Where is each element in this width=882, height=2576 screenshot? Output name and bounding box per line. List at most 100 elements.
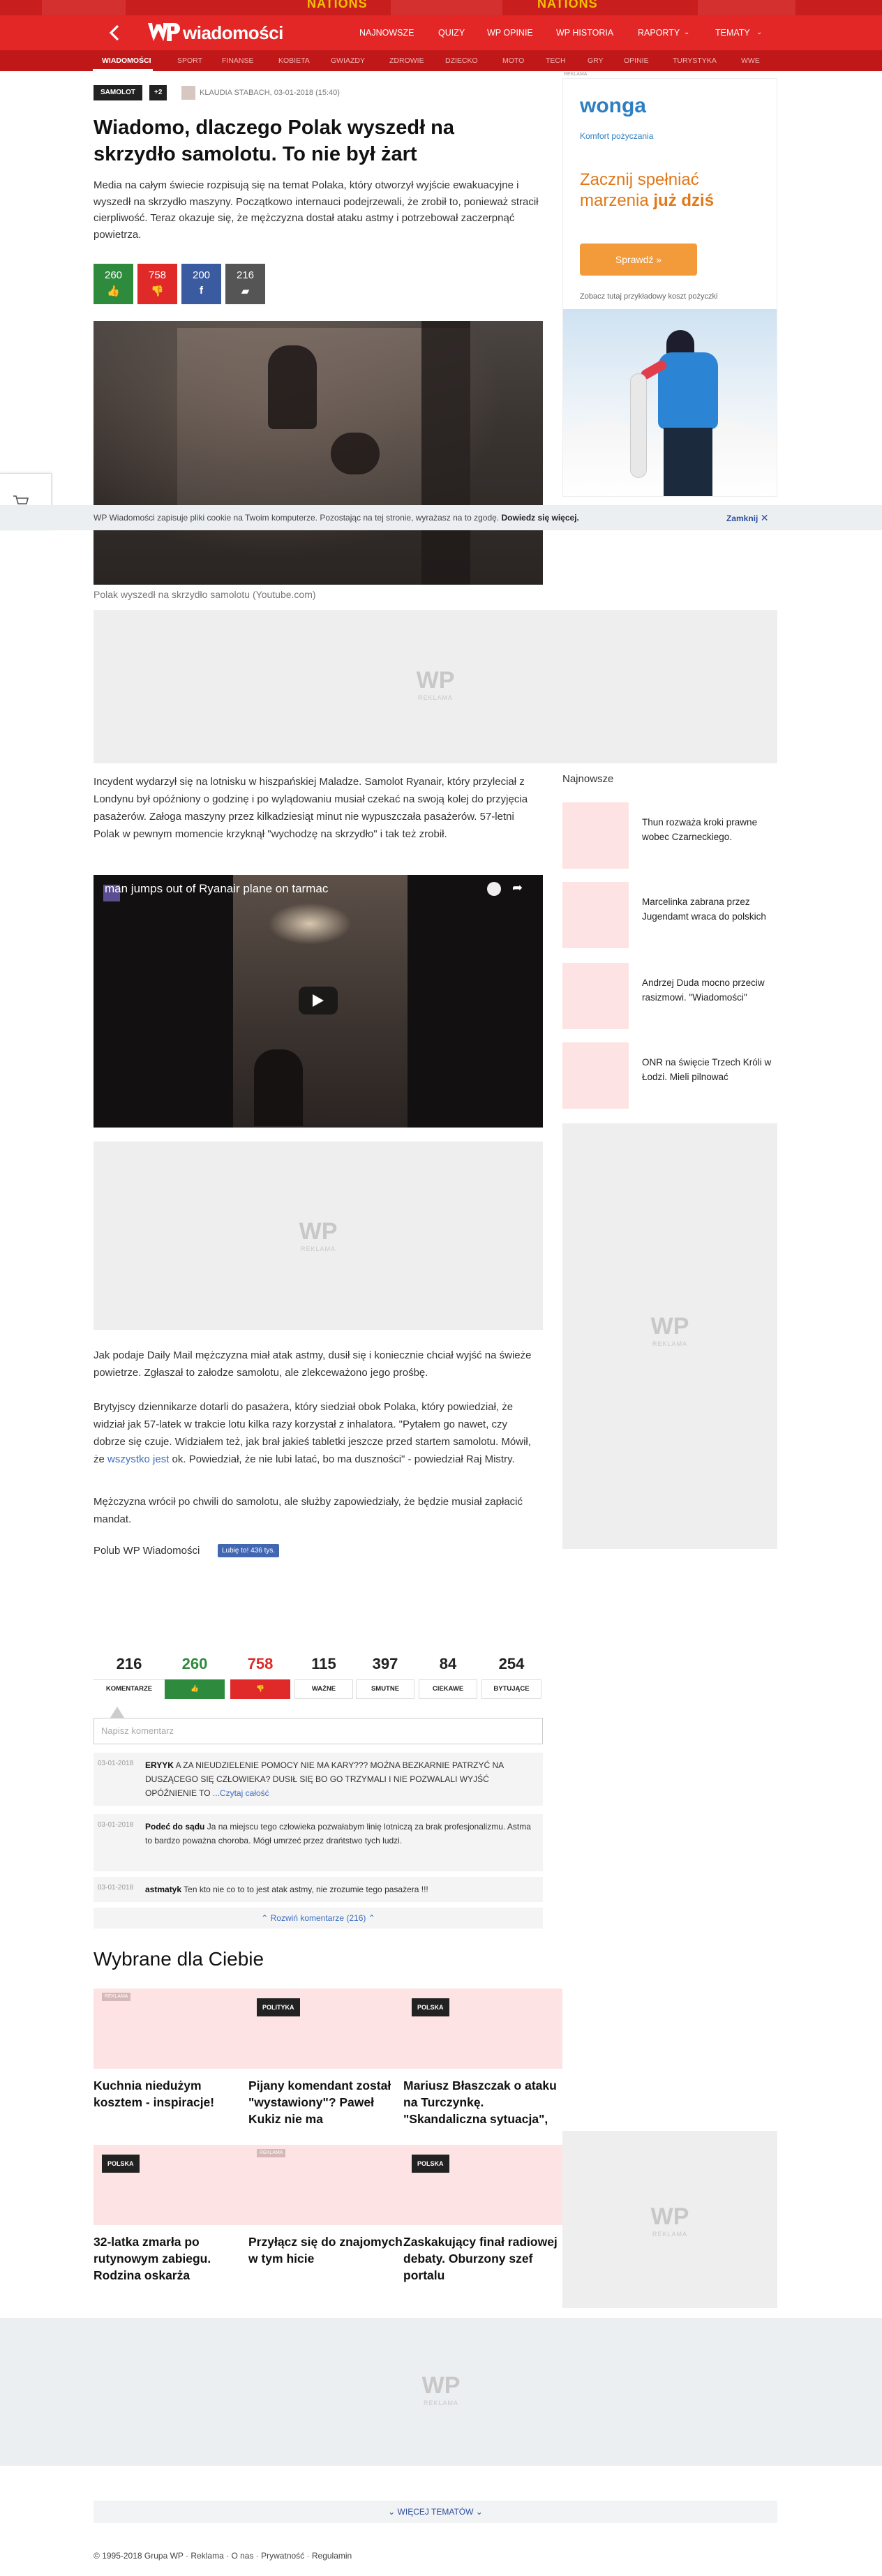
card-title: 32-latka zmarła po rutynowym zabiegu. Ro…	[94, 2235, 211, 2282]
clock-icon[interactable]	[487, 882, 501, 896]
sidebar-news-item[interactable]: Thun rozważa kroki prawne wobec Czarneck…	[562, 802, 777, 869]
facebook-icon: f	[200, 285, 203, 297]
recommended-card[interactable]: POLSKA 32-latka zmarła po rutynowym zabie…	[94, 2145, 253, 2284]
subnav-gry[interactable]: GRY	[588, 50, 604, 71]
subnav-opinie[interactable]: OPINIE	[624, 50, 649, 71]
facebook-share-count: 200	[192, 269, 211, 281]
footer-ad-slot[interactable]: WP REKLAMA	[0, 2318, 882, 2466]
footer-link-prywatnosc[interactable]: Prywatność	[261, 2551, 304, 2561]
like-label: Polub WP Wiadomości	[94, 1545, 200, 1557]
sidebar-ad-slot-2[interactable]: WP REKLAMA	[562, 2131, 777, 2308]
subnav-gwiazdy[interactable]: GWIAZDY	[331, 50, 365, 71]
nav-wp-historia[interactable]: WP HISTORIA	[556, 15, 613, 50]
reaction-bytujace[interactable]: 254 BYTUJĄCE	[481, 1653, 541, 1699]
ad-slot-2[interactable]: WP REKLAMA	[94, 1141, 543, 1330]
subnav-tech[interactable]: TECH	[546, 50, 566, 71]
comment-read-more[interactable]: ...Czytaj całość	[213, 1788, 269, 1798]
article-tag-more[interactable]: +2	[149, 85, 167, 100]
ad-wp-watermark: WP REKLAMA	[650, 2203, 689, 2238]
nav-najnowsze[interactable]: NAJNOWSZE	[359, 15, 414, 50]
comment-date: 03-01-2018	[98, 1884, 134, 1892]
cookie-close-button[interactable]: Zamknij ✕	[726, 505, 768, 531]
cookie-more-link[interactable]: Dowiedz się więcej.	[502, 513, 579, 523]
ad-wp-watermark: WP REKLAMA	[416, 667, 455, 701]
ad-wp-watermark: WP REKLAMA	[421, 2372, 461, 2406]
wonga-headline: Zacznij spełniać marzenia już dziś	[580, 170, 715, 210]
card-image: POLSKA	[403, 1989, 562, 2069]
image-caption: Polak wyszedł na skrzydło samolotu (Yout…	[94, 589, 316, 600]
footer-link-reklama[interactable]: Reklama	[190, 2551, 223, 2561]
comment-placeholder: Napisz komentarz	[101, 1725, 174, 1736]
comments-button[interactable]: 216 ▰	[225, 264, 265, 304]
recommended-card[interactable]: POLSKA Zaskakujący finał radiowej debaty.…	[403, 2145, 562, 2284]
back-arrow-icon[interactable]	[106, 24, 124, 42]
card-image: POLITYKA	[248, 1989, 408, 2069]
recommended-card[interactable]: POLITYKA Pijany komendant został "wystawi…	[248, 1989, 408, 2127]
wp-logo[interactable]: wiadomości	[147, 20, 283, 46]
subnav-kobieta[interactable]: KOBIETA	[278, 50, 310, 71]
subnav-wiadomosci[interactable]: WIADOMOŚCI	[102, 50, 151, 71]
reaction-ciekawe[interactable]: 84 CIEKAWE	[419, 1653, 477, 1699]
ad-slot-1[interactable]: WP REKLAMA	[94, 610, 777, 763]
wonga-cta-button[interactable]: Sprawdź »	[580, 244, 697, 276]
reaction-thumbs-down[interactable]: 758 👎	[230, 1653, 290, 1699]
card-label: POLSKA	[102, 2155, 140, 2173]
sidebar-news-item[interactable]: Andrzej Duda mocno przeciw rasizmowi. "W…	[562, 963, 777, 1029]
article-paragraph-3: Brytyjscy dziennikarze dotarli do pasaże…	[94, 1401, 531, 1465]
article-tag[interactable]: SAMOLOT	[94, 85, 142, 100]
expand-comments-button[interactable]: ⌃ Rozwiń komentarze (216) ⌃	[94, 1908, 543, 1929]
video-title[interactable]: man jumps out of Ryanair plane on tarmac	[105, 882, 328, 896]
chevron-down-icon: ⌄	[756, 29, 763, 36]
reaction-wazne[interactable]: 115 WAŻNE	[294, 1653, 353, 1699]
subnav-wwe[interactable]: WWE	[741, 50, 760, 71]
subnav-finanse[interactable]: FINANSE	[222, 50, 254, 71]
video-play-button[interactable]	[299, 987, 338, 1014]
sidebar-ad-slot[interactable]: WP REKLAMA	[562, 1123, 777, 1549]
banner-text-right: NATIONS	[537, 0, 598, 10]
reaction-comments[interactable]: 216 KOMENTARZE	[94, 1653, 165, 1699]
comment-date: 03-01-2018	[98, 1821, 134, 1829]
vote-up-button[interactable]: 260 👍	[94, 264, 133, 304]
footer-link-o-nas[interactable]: O nas	[231, 2551, 253, 2561]
subnav-sport[interactable]: SPORT	[177, 50, 202, 71]
nav-raporty[interactable]: RAPORTY	[638, 15, 680, 50]
subnav-dziecko[interactable]: DZIECKO	[445, 50, 478, 71]
subnav-moto[interactable]: MOTO	[502, 50, 524, 71]
nav-tematy[interactable]: TEMATY	[715, 15, 750, 50]
share-icon[interactable]: ➦	[512, 881, 523, 895]
sidebar-news-item[interactable]: Marcelinka zabrana przez Jugendamt wraca…	[562, 882, 777, 948]
more-topics-button[interactable]: ⌄ WIĘCEJ TEMATÓW ⌄	[94, 2501, 777, 2523]
facebook-share-button[interactable]: 200 f	[181, 264, 221, 304]
nav-quizy[interactable]: QUIZY	[438, 15, 465, 50]
comment-author[interactable]: Podeć do sądu	[145, 1822, 204, 1832]
article-inline-link[interactable]: wszystko jest	[107, 1453, 169, 1465]
sidebar-title: Najnowsze	[562, 773, 614, 785]
comment-author[interactable]: ERYYK	[145, 1760, 174, 1770]
recommended-card[interactable]: POLSKA Mariusz Błaszczak o ataku na Turcz…	[403, 1989, 562, 2127]
vote-down-button[interactable]: 758 👎	[137, 264, 177, 304]
wonga-ad[interactable]: wonga Komfort pożyczania Zacznij spełnia…	[562, 78, 777, 497]
card-label: REKLAMA	[102, 1993, 131, 2001]
subnav-zdrowie[interactable]: ZDROWIE	[389, 50, 424, 71]
recommended-card[interactable]: REKLAMA Kuchnia niedużym kosztem - inspir…	[94, 1989, 253, 2127]
card-label: REKLAMA	[257, 2149, 286, 2157]
article-main-image[interactable]	[94, 321, 543, 585]
subnav-turystyka[interactable]: TURYSTYKA	[673, 50, 717, 71]
reaction-smutne[interactable]: 397 SMUTNE	[356, 1653, 414, 1699]
card-image: POLSKA	[403, 2145, 562, 2225]
card-title: Zaskakujący finał radiowej debaty. Oburz…	[403, 2235, 558, 2282]
card-image: REKLAMA	[94, 1989, 253, 2069]
wonga-footnote: Zobacz tutaj przykładowy koszt pożyczki	[580, 292, 718, 301]
comment-input[interactable]: Napisz komentarz	[94, 1718, 543, 1744]
footer-link-regulamin[interactable]: Regulamin	[312, 2551, 352, 2561]
facebook-like-button[interactable]: Lubię to! 436 tys.	[218, 1544, 280, 1557]
ad-label: REKLAMA	[564, 72, 588, 77]
recommended-card[interactable]: REKLAMA Przyłącz się do znajomych w tym h…	[248, 2145, 408, 2284]
reaction-thumbs-up[interactable]: 260 👍	[165, 1653, 225, 1699]
nav-wp-opinie[interactable]: WP OPINIE	[487, 15, 533, 50]
comment-author[interactable]: astmatyk	[145, 1885, 181, 1894]
sidebar-news-item[interactable]: ONR na święcie Trzech Króli w Łodzi. Mie…	[562, 1042, 777, 1109]
news-thumbnail	[562, 1042, 629, 1109]
video-player[interactable]: man jumps out of Ryanair plane on tarmac…	[94, 875, 543, 1128]
top-banner[interactable]: NATIONS NATIONS	[0, 0, 882, 15]
